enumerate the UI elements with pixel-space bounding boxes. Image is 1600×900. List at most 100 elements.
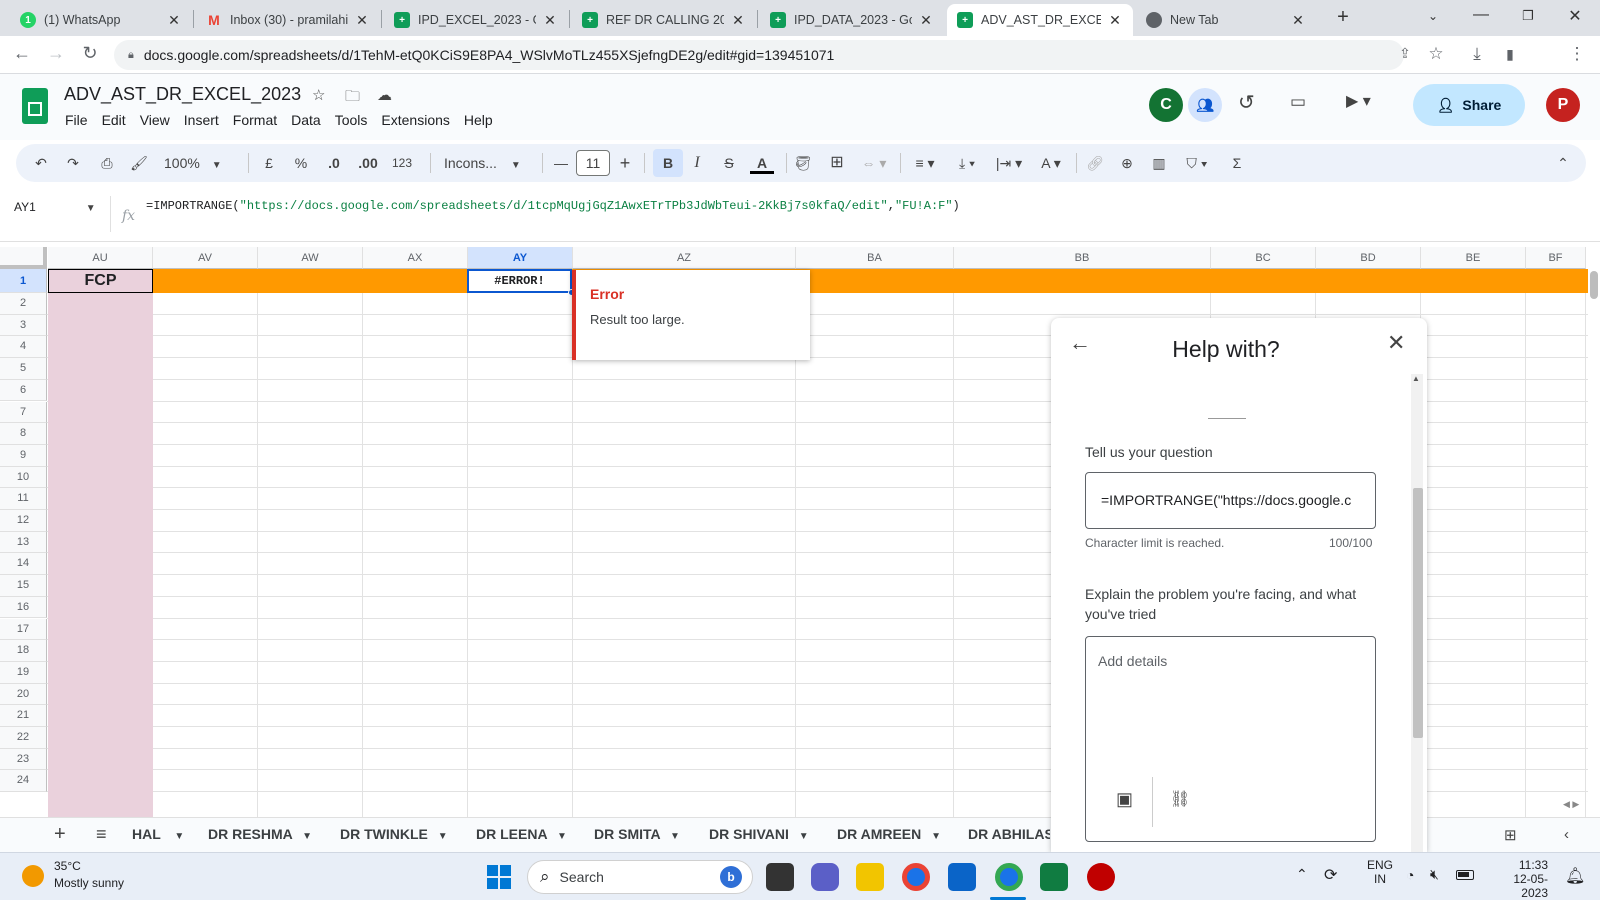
image-icon[interactable]: ▣	[1116, 789, 1133, 810]
reload-icon[interactable]: ↻	[78, 43, 102, 64]
sheet-tab-dr-shivani[interactable]: DR SHIVANI ▼	[709, 826, 809, 842]
language-indicator[interactable]: ENG IN	[1364, 858, 1396, 886]
insert-chart-icon[interactable]: ▥	[1148, 152, 1170, 174]
row-header[interactable]: 4	[0, 336, 47, 359]
menu-view[interactable]: View	[133, 112, 177, 128]
clock[interactable]: 11:33 12-05-2023	[1488, 858, 1548, 900]
browser-tab-ipd-data[interactable]: + IPD_DATA_2023 - Goo ✕	[760, 4, 944, 36]
explore-icon[interactable]: ⊞	[1504, 826, 1517, 844]
sheet-tab-hal[interactable]: HAL ▼	[132, 826, 184, 842]
move-folder-icon[interactable]: 🗀︎	[345, 86, 360, 111]
collaborator-avatar[interactable]: C	[1149, 88, 1183, 122]
back-arrow-icon[interactable]: ←	[10, 43, 34, 64]
sheets-logo-icon[interactable]	[22, 88, 48, 124]
column-header[interactable]: AU	[48, 247, 153, 269]
teams-chat-icon[interactable]	[811, 863, 839, 891]
more-formats-button[interactable]: 123	[390, 152, 414, 174]
menu-extensions[interactable]: Extensions	[374, 112, 456, 128]
name-box[interactable]: AY1 ▼	[14, 200, 96, 214]
side-panel-chevron-icon[interactable]: ‹	[1564, 826, 1569, 843]
close-tab-icon[interactable]: ✕	[1290, 12, 1306, 29]
weather-description[interactable]: Mostly sunny	[54, 876, 124, 890]
column-header[interactable]: AW	[258, 247, 363, 269]
browser-menu-icon[interactable]: ⋮	[1565, 44, 1589, 64]
text-wrapping-icon[interactable]: |⇥ ▾	[992, 152, 1026, 174]
row-header[interactable]: 7	[0, 401, 47, 424]
question-input[interactable]: =IMPORTRANGE("https://docs.google.c	[1085, 472, 1376, 529]
text-rotation-icon[interactable]: A ▾	[1034, 152, 1068, 174]
row-header[interactable]: 9	[0, 444, 47, 467]
star-icon[interactable]: ☆	[312, 86, 325, 104]
mail-icon[interactable]	[948, 863, 976, 891]
column-header[interactable]: AY	[468, 247, 573, 269]
cell-ay1-selected[interactable]: #ERROR!	[467, 269, 572, 293]
details-textarea[interactable]: Add details ▣ ⛓︎	[1085, 636, 1376, 842]
browser-tab-adv-ast[interactable]: + ADV_AST_DR_EXCEL_ ✕	[947, 4, 1133, 36]
row-header[interactable]: 2	[0, 293, 47, 315]
weather-sun-icon[interactable]	[22, 865, 44, 887]
excel-icon[interactable]	[1040, 863, 1068, 891]
volume-mute-icon[interactable]: 🔇︎	[1430, 866, 1439, 883]
redo-icon[interactable]: ↷	[62, 152, 84, 174]
fill-color-icon[interactable]: 🪣︎	[792, 152, 814, 174]
sheet-tab-dr-amreen[interactable]: DR AMREEN ▼	[837, 826, 941, 842]
menu-format[interactable]: Format	[226, 112, 284, 128]
insert-link-icon[interactable]: 🔗︎	[1084, 152, 1106, 174]
restore-icon[interactable]: ❐	[1513, 8, 1543, 24]
battery-icon[interactable]	[1456, 870, 1474, 880]
row-header[interactable]: 18	[0, 640, 47, 662]
column-header[interactable]: AV	[153, 247, 258, 269]
wifi-icon[interactable]: ◔	[1406, 867, 1414, 883]
format-currency-button[interactable]: £	[260, 152, 278, 174]
sheet-tab-dr-reshma[interactable]: DR RESHMA ▼	[208, 826, 312, 842]
close-window-icon[interactable]: ✕	[1560, 6, 1590, 26]
row-header[interactable]: 3	[0, 314, 47, 337]
column-header[interactable]: BF	[1526, 247, 1586, 269]
close-tab-icon[interactable]: ✕	[1107, 12, 1123, 29]
row-header[interactable]: 13	[0, 531, 47, 554]
menu-insert[interactable]: Insert	[177, 112, 226, 128]
column-header[interactable]: AX	[363, 247, 468, 269]
row-header[interactable]: 10	[0, 466, 47, 489]
chrome-icon[interactable]	[902, 863, 930, 891]
bold-button[interactable]: B	[653, 149, 683, 177]
sheet-tab-dr-abhilas[interactable]: DR ABHILAS	[968, 826, 1050, 842]
decrease-font-size-icon[interactable]: —	[552, 152, 570, 174]
file-explorer-icon[interactable]	[856, 863, 884, 891]
collaborator-chat-icon[interactable]: 👥︎	[1188, 88, 1222, 122]
close-tab-icon[interactable]: ✕	[918, 12, 934, 29]
row-header[interactable]: 16	[0, 596, 47, 619]
meet-icon[interactable]: ▶︎ ▾	[1346, 91, 1371, 111]
increase-font-size-icon[interactable]: +	[616, 152, 634, 174]
all-sheets-icon[interactable]: ≡	[96, 824, 107, 845]
share-page-icon[interactable]: ⇪	[1393, 45, 1417, 62]
scroll-up-icon[interactable]: ▲	[1412, 374, 1420, 383]
row-header[interactable]: 19	[0, 661, 47, 684]
row-header[interactable]: 23	[0, 748, 47, 771]
functions-sigma-icon[interactable]: Σ	[1226, 152, 1248, 174]
row-header[interactable]: 17	[0, 618, 47, 641]
side-panel-icon[interactable]: ▮	[1498, 46, 1522, 63]
column-header[interactable]: AZ	[573, 247, 796, 269]
onedrive-sync-icon[interactable]: ⟳	[1324, 865, 1337, 885]
show-hidden-icons-chevron-icon[interactable]: ⌃	[1296, 866, 1308, 883]
sheet-tab-dr-leena[interactable]: DR LEENA ▼	[476, 826, 567, 842]
app-icon[interactable]	[1087, 863, 1115, 891]
url-input[interactable]: 🔒︎ docs.google.com/spreadsheets/d/1TehM-…	[114, 40, 1404, 70]
comments-icon[interactable]: ▭	[1290, 92, 1306, 112]
row-header[interactable]: 6	[0, 379, 47, 402]
row-header[interactable]: 15	[0, 575, 47, 597]
chrome-profile-icon[interactable]	[995, 863, 1023, 891]
print-icon[interactable]: ⎙	[96, 152, 118, 174]
vertical-scrollbar[interactable]	[1588, 269, 1600, 817]
select-all-corner[interactable]	[0, 247, 47, 269]
font-size-input[interactable]: 11	[576, 150, 610, 176]
zoom-select[interactable]: 100% ▼	[164, 152, 230, 174]
formula-input[interactable]: =IMPORTRANGE("https://docs.google.com/sp…	[146, 199, 960, 213]
link-icon[interactable]: ⛓︎	[1170, 789, 1190, 809]
browser-tab-gmail[interactable]: M Inbox (30) - pramilahi ✕	[196, 4, 380, 36]
menu-file[interactable]: File	[58, 112, 95, 128]
menu-help[interactable]: Help	[457, 112, 500, 128]
sheet-tab-dr-twinkle[interactable]: DR TWINKLE ▼	[340, 826, 448, 842]
insert-comment-icon[interactable]: ⊕	[1116, 152, 1138, 174]
